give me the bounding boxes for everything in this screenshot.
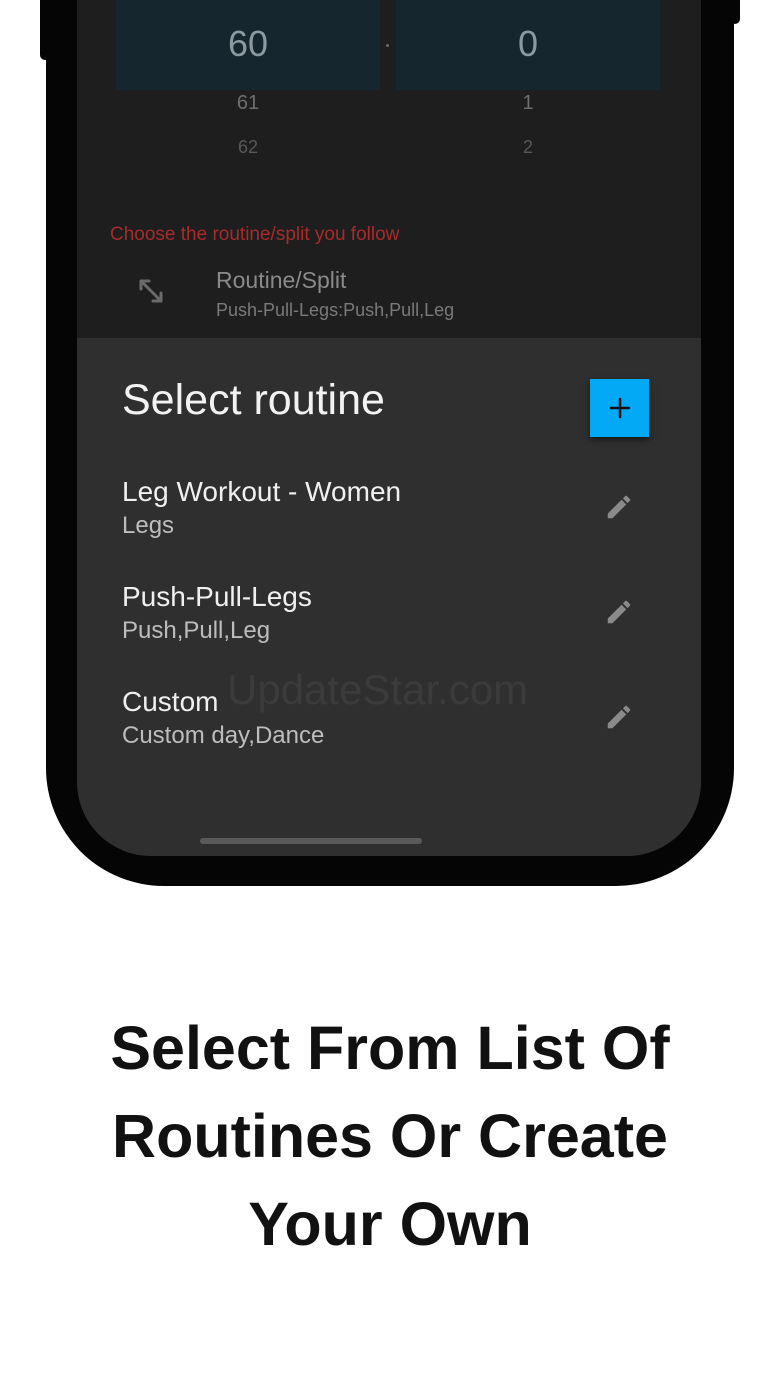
arrows-diagonal-icon [139, 279, 163, 303]
routine-item-subtitle: Push,Pull,Leg [122, 617, 271, 644]
routine-item-custom[interactable]: Custom Custom day,Dance [122, 686, 662, 766]
add-routine-button[interactable] [590, 379, 649, 437]
caption-line-2: Routines Or Create [112, 1102, 668, 1170]
phone-screen: 60 0 61 62 1 2 Choose the routine/split … [77, 0, 701, 856]
routine-field-label[interactable]: Routine/Split [216, 267, 346, 294]
number-picker-left[interactable]: 60 [116, 0, 380, 90]
pencil-icon[interactable] [604, 492, 634, 522]
sheet-title: Select routine [122, 376, 385, 424]
routine-item-title: Push-Pull-Legs [122, 581, 312, 612]
decimal-separator [386, 44, 389, 47]
routine-item-title: Leg Workout - Women [122, 476, 402, 507]
picker-right-selected: 0 [517, 23, 539, 64]
select-routine-sheet: Select routine Leg Workout - Women Legs … [77, 338, 701, 856]
pencil-icon[interactable] [604, 702, 634, 732]
picker-right-next2[interactable]: 2 [396, 137, 660, 158]
picker-left-next[interactable]: 61 [116, 92, 380, 115]
picker-left-next2[interactable]: 62 [116, 137, 380, 158]
routine-item-title: Custom [122, 686, 219, 717]
routine-item-subtitle: Custom day,Dance [122, 722, 325, 749]
routine-field-value[interactable]: Push-Pull-Legs:Push,Pull,Leg [216, 300, 454, 321]
picker-left-selected: 60 [227, 23, 269, 64]
pencil-icon[interactable] [604, 597, 634, 627]
routine-item-leg-workout[interactable]: Leg Workout - Women Legs [122, 476, 662, 556]
caption-line-3: Your Own [248, 1190, 532, 1258]
picker-right-next[interactable]: 1 [396, 92, 660, 115]
caption-line-1: Select From List Of [110, 1014, 670, 1082]
routine-item-subtitle: Legs [122, 512, 175, 539]
routine-hint: Choose the routine/split you follow [110, 224, 400, 245]
promo-caption: Select From List Of Routines Or Create Y… [40, 1004, 740, 1268]
home-indicator [200, 838, 422, 844]
number-picker-right[interactable]: 0 [396, 0, 660, 90]
plus-icon [609, 397, 630, 419]
routine-item-push-pull-legs[interactable]: Push-Pull-Legs Push,Pull,Leg [122, 581, 662, 661]
